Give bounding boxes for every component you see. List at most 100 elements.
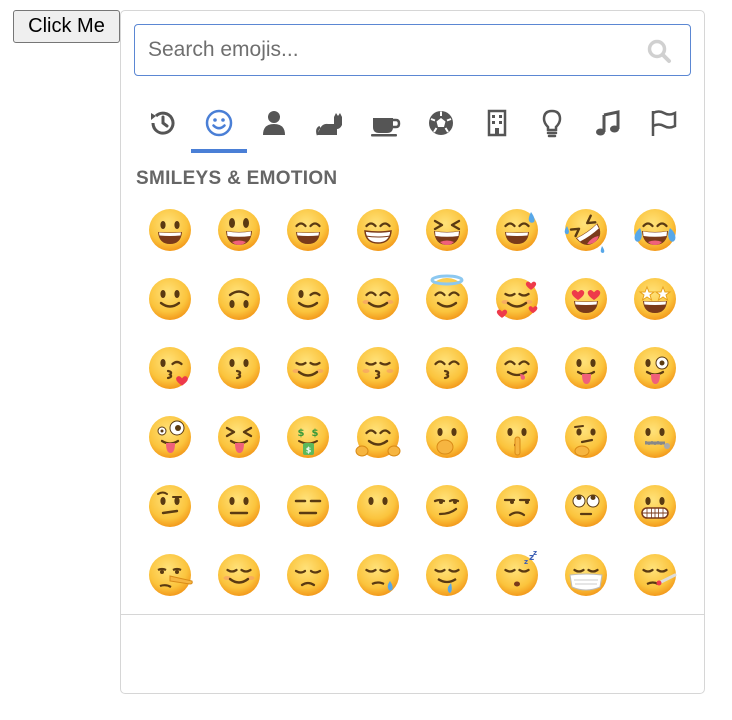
emoji-heart-eyes[interactable]	[551, 264, 620, 333]
emoji-kissing-face-smiling-eyes[interactable]	[413, 333, 482, 402]
tab-symbols[interactable]	[580, 101, 636, 153]
grinning-squinting-face-icon	[426, 208, 469, 251]
kissing-face-closed-eyes-icon	[356, 346, 399, 389]
emoji-relieved-face[interactable]	[204, 540, 273, 609]
emoji-kissing-face-closed-eyes[interactable]	[343, 333, 412, 402]
emoji-squinting-face-tongue[interactable]	[204, 402, 273, 471]
emoji-zipper-mouth-face[interactable]	[621, 402, 690, 471]
emoji-drooling-face[interactable]	[413, 540, 482, 609]
tab-objects[interactable]	[524, 101, 580, 153]
emoji-neutral-face[interactable]	[204, 471, 273, 540]
kissing-face-smiling-eyes-icon	[426, 346, 469, 389]
tab-food[interactable]	[357, 101, 413, 153]
emoji-face-with-tongue[interactable]	[551, 333, 620, 402]
emoji-smiling-face[interactable]	[274, 333, 343, 402]
emoji-sleepy-face[interactable]	[343, 540, 412, 609]
expressionless-face-icon	[287, 484, 330, 527]
emoji-grinning-face[interactable]	[135, 195, 204, 264]
emoji-face-medical-mask[interactable]	[551, 540, 620, 609]
emoji-kissing-face[interactable]	[204, 333, 273, 402]
emoji-raised-eyebrow-face[interactable]	[135, 471, 204, 540]
winking-face-tongue-icon	[634, 346, 677, 389]
tab-activities[interactable]	[413, 101, 469, 153]
face-savoring-food-icon	[495, 346, 538, 389]
emoji-hugging-face[interactable]	[343, 402, 412, 471]
star-struck-icon	[634, 277, 677, 320]
emoji-winking-face[interactable]	[274, 264, 343, 333]
emoji-smiling-face-halo[interactable]	[413, 264, 482, 333]
rolling-on-floor-laughing-icon	[564, 208, 607, 253]
money-mouth-face-icon: $ $$	[287, 415, 330, 458]
tears-of-joy-icon	[634, 208, 677, 251]
emoji-grimacing-face[interactable]	[621, 471, 690, 540]
shushing-face-icon	[495, 415, 538, 458]
music-note-icon	[595, 110, 620, 136]
emoji-star-struck[interactable]	[621, 264, 690, 333]
emoji-lying-face[interactable]	[135, 540, 204, 609]
tab-animals[interactable]	[302, 101, 358, 153]
hugging-face-icon	[355, 415, 401, 458]
emoji-winking-face-tongue[interactable]	[621, 333, 690, 402]
upside-down-face-icon	[217, 277, 260, 320]
emoji-beaming-face[interactable]	[343, 195, 412, 264]
clock-history-icon	[151, 111, 175, 135]
coffee-cup-icon	[371, 118, 401, 137]
search-box	[134, 24, 691, 76]
emoji-grinning-face-big-eyes[interactable]	[204, 195, 273, 264]
emoji-grinning-squinting-face[interactable]	[413, 195, 482, 264]
cat-icon	[315, 113, 342, 136]
emoji-face-rolling-eyes[interactable]	[551, 471, 620, 540]
emoji-face-thermometer[interactable]	[621, 540, 690, 609]
click-me-button[interactable]: Click Me	[13, 10, 120, 43]
lying-face-icon	[148, 553, 193, 596]
emoji-rolling-on-floor-laughing[interactable]	[551, 195, 620, 264]
emoji-smirking-face[interactable]	[413, 471, 482, 540]
emoji-face-without-mouth[interactable]	[343, 471, 412, 540]
grimacing-face-icon	[634, 484, 677, 527]
smiling-face-hearts-icon	[495, 277, 538, 320]
tab-flags[interactable]	[635, 101, 691, 153]
emoji-thinking-face[interactable]	[551, 402, 620, 471]
tab-recent[interactable]	[135, 101, 191, 153]
emoji-money-mouth-face[interactable]: $ $ $	[274, 402, 343, 471]
search-icon	[647, 39, 671, 63]
emoji-shushing-face[interactable]	[482, 402, 551, 471]
beaming-face-icon	[356, 208, 399, 251]
emoji-face-hand-over-mouth[interactable]	[413, 402, 482, 471]
grinning-face-icon	[148, 208, 191, 251]
svg-text:$: $	[298, 428, 305, 439]
emoji-face-blowing-kiss[interactable]	[135, 333, 204, 402]
emoji-smiling-face-hearts[interactable]	[482, 264, 551, 333]
emoji-tears-of-joy[interactable]	[621, 195, 690, 264]
emoji-grinning-face-smiling-eyes[interactable]	[274, 195, 343, 264]
building-icon	[487, 109, 506, 137]
emoji-pensive-face[interactable]	[274, 540, 343, 609]
emoji-picker: SMILEYS & EMOTION $$$zzz	[120, 10, 705, 694]
emoji-upside-down-face[interactable]	[204, 264, 273, 333]
face-blowing-kiss-icon	[148, 346, 191, 389]
emoji-sleeping-face[interactable]: zzz	[482, 540, 551, 609]
grinning-face-sweat-icon	[495, 208, 538, 251]
emoji-slightly-smiling-face[interactable]	[135, 264, 204, 333]
zipper-mouth-face-icon	[634, 415, 677, 458]
face-thermometer-icon	[634, 553, 677, 596]
emoji-face-savoring-food[interactable]	[482, 333, 551, 402]
emoji-grid: $ $ $ z z z	[135, 195, 691, 615]
svg-text:$: $	[312, 428, 319, 439]
section-title: SMILEYS & EMOTION	[136, 168, 338, 189]
emoji-expressionless-face[interactable]	[274, 471, 343, 540]
emoji-unamused-face[interactable]	[482, 471, 551, 540]
squinting-face-tongue-icon	[217, 415, 260, 458]
smiling-face-halo-icon	[426, 274, 469, 320]
kissing-face-icon	[217, 346, 260, 389]
tab-people[interactable]	[246, 101, 302, 153]
slightly-smiling-face-icon	[148, 277, 191, 320]
search-input[interactable]	[135, 25, 690, 75]
emoji-smiling-face-smiling-eyes[interactable]	[343, 264, 412, 333]
raised-eyebrow-face-icon	[148, 484, 191, 527]
tab-travel[interactable]	[469, 101, 525, 153]
relieved-face-icon	[217, 553, 260, 596]
emoji-zany-face[interactable]	[135, 402, 204, 471]
emoji-grinning-face-sweat[interactable]	[482, 195, 551, 264]
tab-smileys[interactable]	[190, 101, 247, 153]
